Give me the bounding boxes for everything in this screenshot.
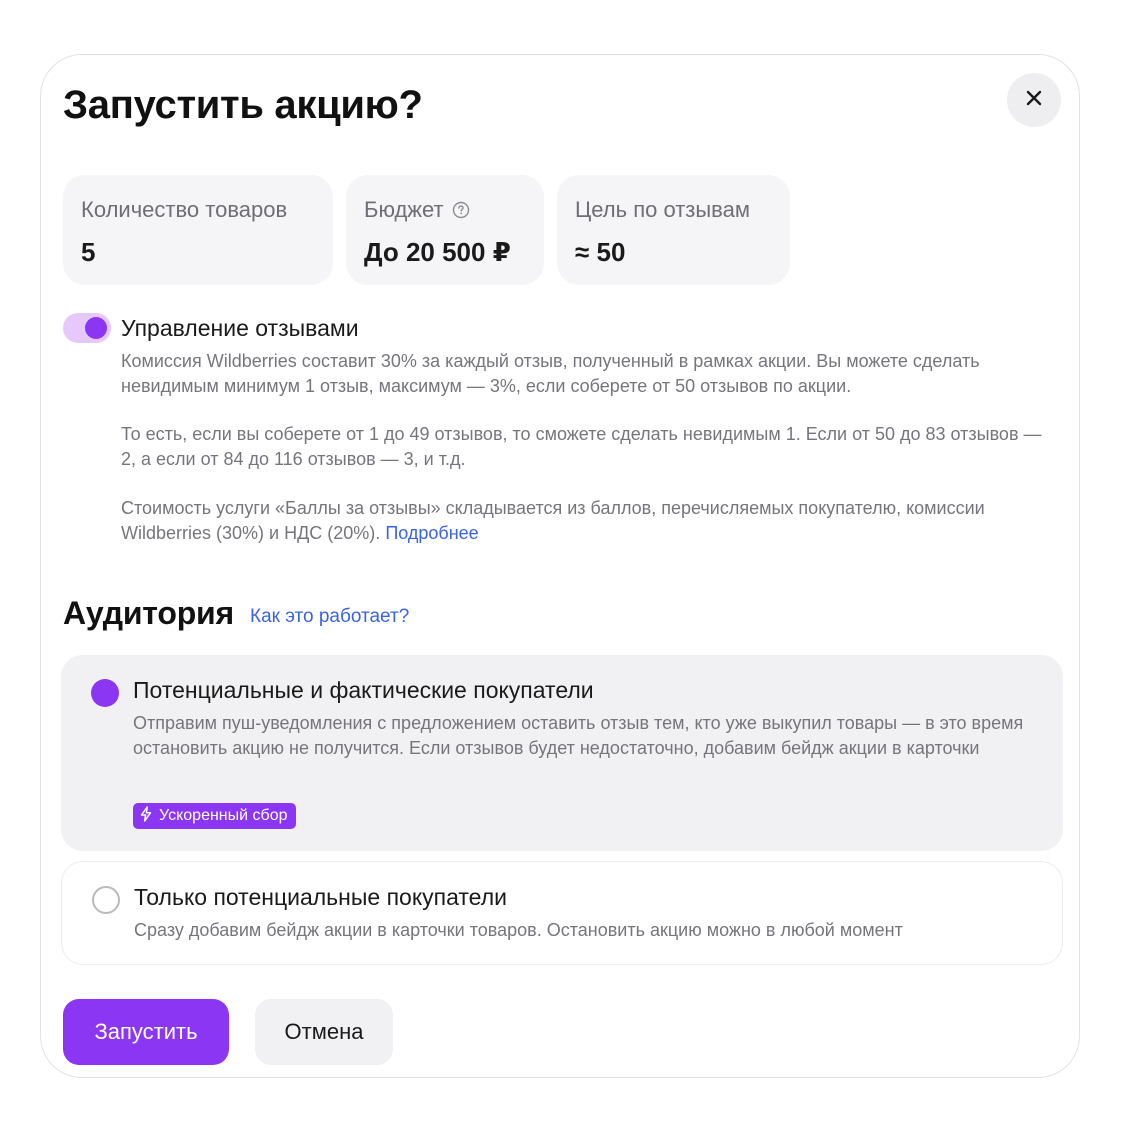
stat-card-review-goal: Цель по отзывам ≈ 50 bbox=[557, 175, 790, 285]
stat-value: 5 bbox=[81, 237, 96, 267]
close-icon bbox=[1024, 88, 1044, 113]
review-management-paragraph-2: То есть, если вы соберете от 1 до 49 отз… bbox=[121, 424, 1042, 469]
more-link[interactable]: Подробнее bbox=[385, 523, 478, 543]
option-title: Потенциальные и фактические покупатели bbox=[133, 677, 594, 703]
stat-card-products: Количество товаров 5 bbox=[63, 175, 333, 285]
stat-value: ≈ 50 bbox=[575, 237, 626, 267]
review-management-toggle[interactable] bbox=[63, 313, 111, 343]
radio-selected[interactable] bbox=[91, 679, 119, 707]
stat-label: Цель по отзывам bbox=[575, 197, 750, 222]
toggle-knob bbox=[85, 317, 107, 339]
option-description: Сразу добавим бейдж акции в карточки тов… bbox=[134, 920, 903, 940]
review-management-title: Управление отзывами bbox=[121, 315, 359, 341]
stat-card-budget: Бюджет До 20 500 ₽ bbox=[346, 175, 544, 285]
option-description: Отправим пуш-уведомления с предложением … bbox=[133, 713, 1024, 758]
audience-option-potential-and-actual[interactable]: Потенциальные и фактические покупатели О… bbox=[61, 655, 1063, 851]
lightning-icon bbox=[139, 805, 153, 827]
badge-label: Ускоренный сбор bbox=[159, 807, 288, 824]
review-management-paragraph-3: Стоимость услуги «Баллы за отзывы» склад… bbox=[121, 498, 985, 543]
close-button[interactable] bbox=[1007, 73, 1061, 127]
launch-promo-dialog: Запустить акцию? Количество товаров 5 Бю… bbox=[40, 54, 1080, 1078]
audience-option-potential-only[interactable]: Только потенциальные покупатели Сразу до… bbox=[61, 861, 1063, 965]
how-it-works-link[interactable]: Как это работает? bbox=[250, 606, 409, 628]
fast-collection-badge: Ускоренный сбор bbox=[133, 803, 297, 829]
help-circle-icon[interactable] bbox=[452, 201, 470, 219]
option-title: Только потенциальные покупатели bbox=[134, 884, 507, 910]
dialog-title: Запустить акцию? bbox=[63, 83, 423, 127]
stat-value: До 20 500 ₽ bbox=[364, 237, 511, 267]
review-management-paragraph-1: Комиссия Wildberries составит 30% за каж… bbox=[121, 351, 980, 396]
stat-label: Бюджет bbox=[364, 197, 526, 223]
radio-unselected[interactable] bbox=[92, 886, 120, 914]
stat-label: Количество товаров bbox=[81, 197, 288, 222]
cancel-button[interactable]: Отмена bbox=[255, 999, 393, 1065]
launch-button[interactable]: Запустить bbox=[63, 999, 229, 1065]
audience-title: Аудитория bbox=[63, 595, 234, 631]
